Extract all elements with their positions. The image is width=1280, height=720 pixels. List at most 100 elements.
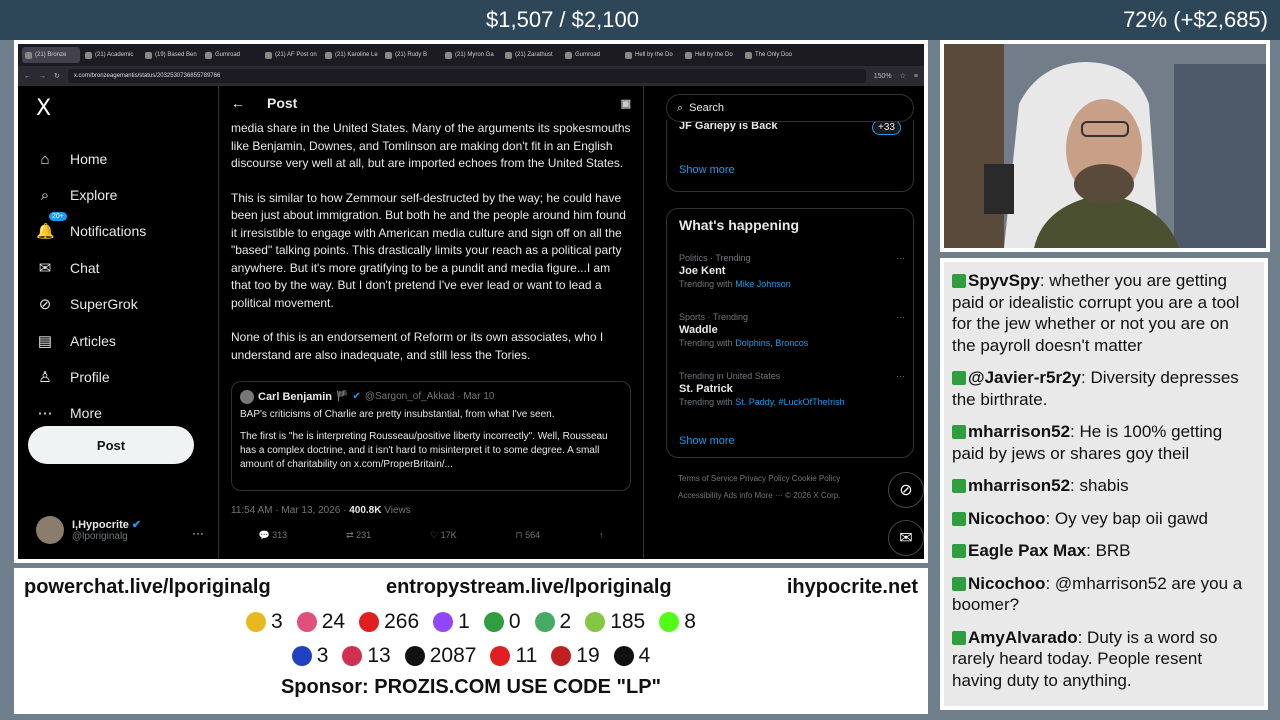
pill-icon [342, 646, 363, 666]
back-icon[interactable]: ← [24, 73, 31, 80]
trend-related: Trending with Mike Johnson [679, 279, 791, 289]
rumble-icon [585, 612, 606, 632]
reader-icon[interactable]: ▣ [621, 97, 631, 110]
count-value: 1 [458, 610, 470, 633]
x-logo-icon[interactable]: X [36, 96, 51, 121]
viewer-count: 0 [483, 610, 521, 634]
trend-name: Waddle [679, 324, 718, 336]
browser-tab[interactable]: The Only Doo [742, 47, 800, 63]
browser-tab[interactable]: Gumroad [562, 47, 620, 63]
browser-tab[interactable]: Hell by the Do [682, 47, 740, 63]
bookmark-star-icon[interactable]: ☆ [900, 72, 906, 80]
viewer-count: 8 [659, 610, 696, 634]
tab-favicon-icon [145, 51, 152, 59]
count-value: 2 [559, 610, 572, 633]
forward-icon[interactable]: → [39, 73, 46, 80]
sidebar-item-supergrok[interactable]: ⊘ SuperGrok [36, 289, 138, 319]
sidebar-item-profile[interactable]: ♙ Profile [36, 362, 109, 392]
listener-count: +33 [872, 120, 901, 135]
tab-label: (19) Based Ben [155, 52, 197, 58]
count-value: 185 [610, 610, 646, 633]
browser-tab[interactable]: (21) AF Post on [262, 47, 320, 63]
sidebar-item-explore[interactable]: ⌕ Explore [36, 180, 118, 210]
viewer-count: 2 [534, 610, 572, 634]
sidebar-item-label: More [70, 405, 102, 421]
tab-label: Hell by the Do [635, 52, 673, 58]
chat-text: : Oy vey bap oii gawd [1045, 508, 1208, 528]
show-more-link[interactable]: Show more [679, 435, 735, 447]
chat-username: mharrison52 [968, 422, 1071, 441]
browser-tab[interactable]: (21) Bronze [22, 47, 80, 63]
trend-item[interactable]: Sports · Trending Waddle Trending with Dol… [679, 312, 905, 348]
zoom-indicator[interactable]: 150% [874, 73, 892, 80]
chat-message: @Javier-r5r2y: Diversity depresses the b… [944, 367, 1264, 410]
stream-info-panel: powerchat.live/lporiginalg entropystream.… [14, 568, 928, 714]
sidebar-item-articles[interactable]: ▤ Articles [36, 326, 116, 356]
account-handle: @lporiginalg [72, 531, 128, 542]
post-paragraph: This is similar to how Zemmour self-dest… [231, 190, 626, 310]
whats-happening-card: What's happening Politics · Trending Joe … [666, 208, 914, 458]
live-card[interactable]: JF Gariepy is Back +33 Show more [666, 120, 914, 192]
chat-text: : shabis [1070, 476, 1129, 495]
browser-tab[interactable]: (21) Zarathust [502, 47, 560, 63]
browser-tab[interactable]: (19) Based Ben [142, 47, 200, 63]
account-more-icon[interactable]: ··· [192, 526, 204, 540]
c-icon [490, 646, 511, 666]
repost-button[interactable]: ⇄ 231 [346, 530, 371, 541]
search-input[interactable]: ⌕ Search [666, 94, 914, 122]
tab-label: (21) Myron Ga [455, 52, 494, 58]
tab-bar: (21) Bronze (21) Academic (19) Based Ben Gu… [18, 44, 924, 66]
trend-more-icon[interactable]: ··· [896, 253, 905, 263]
tab-favicon-icon [25, 51, 32, 59]
articles-icon: ▤ [37, 333, 53, 350]
chat-message: SpyvSpy: whether you are getting paid or… [944, 270, 1264, 356]
quote-handle: @Sargon_of_Akkad · Mar 10 [364, 391, 495, 402]
grok-icon[interactable]: ⊘ [888, 472, 924, 508]
reply-button[interactable]: 💬 313 [258, 530, 287, 541]
browser-tab[interactable]: (21) Karoline Le [322, 47, 380, 63]
verified-icon: ✔ [131, 519, 142, 531]
count-value: 4 [638, 644, 651, 667]
sidebar-item-home[interactable]: ⌂ Home [36, 144, 107, 174]
messages-icon[interactable]: ✉ [888, 520, 924, 556]
quote-author: Carl Benjamin [258, 391, 332, 403]
browser-tab[interactable]: (21) Myron Ga [442, 47, 500, 63]
browser-tab[interactable]: Gumroad [202, 47, 260, 63]
trend-more-icon[interactable]: ··· [896, 312, 905, 322]
trend-item[interactable]: Politics · Trending Joe Kent Trending with… [679, 253, 905, 289]
trend-more-icon[interactable]: ··· [896, 371, 905, 381]
browser-tab[interactable]: Hell by the Do [622, 47, 680, 63]
youtube-icon [359, 612, 380, 632]
like-button[interactable]: ♡ 17K [430, 530, 457, 541]
sidebar-item-notifications[interactable]: 🔔 Notifications 20+ [36, 212, 146, 246]
footer-links[interactable]: Terms of Service Privacy Policy Cookie P… [678, 470, 878, 504]
share-icon[interactable]: ↑ [599, 530, 604, 541]
account-switcher[interactable]: I,Hypocrite ✔ @lporiginalg [36, 516, 141, 544]
platform-icon [952, 479, 966, 493]
x-sidebar: X ⌂ Home ⌕ Explore 🔔 Notifications 20+ ✉ Chat ⊘ Su… [18, 86, 218, 559]
moon-icon [291, 646, 312, 666]
sidebar-item-chat[interactable]: ✉ Chat [36, 253, 100, 283]
show-more-link[interactable]: Show more [679, 164, 735, 176]
chat-message: Nicochoo: @mharrison52 are you a boomer? [944, 573, 1264, 616]
reload-icon[interactable]: ↻ [54, 72, 60, 80]
platform-icon [952, 630, 966, 645]
home-icon: ⌂ [40, 150, 50, 168]
tab-favicon-icon [505, 51, 512, 59]
viewer-count: 11 [490, 644, 537, 668]
post-actions: 💬 313 ⇄ 231 ♡ 17K ⊓ 564 ↑ [219, 530, 643, 541]
bookmark-button[interactable]: ⊓ 564 [516, 530, 541, 541]
browser-tab[interactable]: (21) Academic [82, 47, 140, 63]
menu-icon[interactable]: ≡ [914, 73, 918, 80]
viewer-count: 2087 [404, 644, 476, 668]
address-input[interactable]: x.com/bronzeagemantis/status/20325307368… [67, 69, 866, 83]
sidebar-item-more[interactable]: ⋯ More [36, 398, 102, 428]
back-arrow-icon[interactable]: ← [231, 95, 245, 111]
tab-favicon-icon [265, 51, 272, 59]
quoted-post[interactable]: Carl Benjamin 🏴 ✔ @Sargon_of_Akkad · Mar… [231, 381, 631, 491]
viewer-count: 4 [613, 644, 651, 668]
avatar [36, 516, 64, 544]
trend-item[interactable]: Trending in United States St. Patrick Tren… [679, 371, 905, 407]
post-button[interactable]: Post [28, 426, 194, 464]
browser-tab[interactable]: (21) Rudy B [382, 47, 440, 63]
